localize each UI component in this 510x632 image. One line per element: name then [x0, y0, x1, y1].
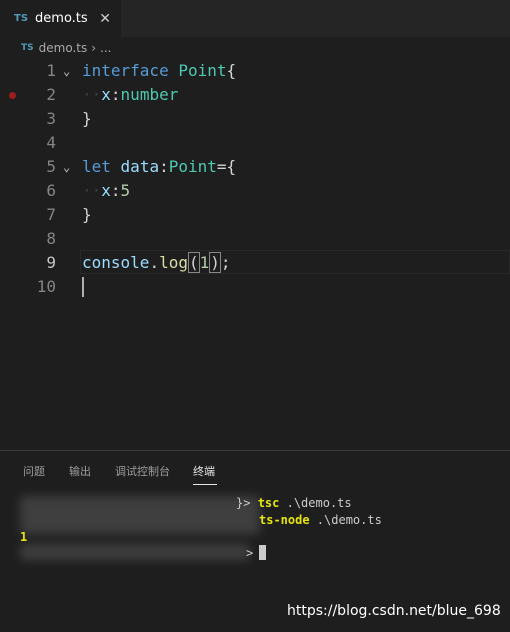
- watermark: https://blog.csdn.net/blue_698: [287, 603, 501, 619]
- line-number: 1: [46, 61, 56, 80]
- typescript-file-icon: TS: [14, 13, 29, 24]
- tab-demo-ts[interactable]: TS demo.ts ✕: [0, 0, 121, 37]
- code-line: 2 ··x:number: [0, 83, 510, 107]
- code-line: 3 }: [0, 107, 510, 131]
- line-number: 5: [46, 157, 56, 176]
- tab-terminal[interactable]: 终端: [193, 463, 215, 479]
- code-line: 5 ⌄ let data:Point={: [0, 155, 510, 179]
- fold-chevron-icon[interactable]: ⌄: [63, 59, 70, 83]
- code-text: ··x:5: [82, 181, 131, 200]
- terminal-cursor: [259, 545, 266, 560]
- typescript-file-icon: TS: [21, 43, 34, 53]
- line-number: 8: [46, 229, 56, 248]
- close-icon[interactable]: ✕: [99, 11, 111, 27]
- breadcrumb: TS demo.ts › ...: [21, 40, 111, 56]
- line-number: 7: [46, 205, 56, 224]
- line-number: 6: [46, 181, 56, 200]
- code-line: 1 ⌄ interface Point{: [0, 59, 510, 83]
- tab-debug-console[interactable]: 调试控制台: [115, 463, 170, 479]
- code-text: let data:Point={: [82, 157, 237, 176]
- terminal-output: 1: [20, 530, 28, 544]
- code-editor[interactable]: 1 ⌄ interface Point{ 2 ··x:number 3 } 4 …: [0, 59, 510, 449]
- code-text: interface Point{: [82, 61, 237, 80]
- terminal-line: ts-node .\demo.ts: [259, 513, 382, 527]
- active-tab-underline: [193, 484, 217, 485]
- chevron-right-icon: ›: [91, 41, 97, 55]
- fold-chevron-icon[interactable]: ⌄: [63, 155, 70, 179]
- breadcrumb-more[interactable]: ...: [100, 41, 111, 55]
- line-number: 3: [46, 109, 56, 128]
- code-line: 7 }: [0, 203, 510, 227]
- tab-bar: TS demo.ts ✕: [0, 0, 510, 37]
- tab-problems[interactable]: 问题: [23, 463, 45, 479]
- line-number: 2: [46, 85, 56, 104]
- breadcrumb-file[interactable]: demo.ts: [39, 41, 88, 55]
- line-number: 9: [46, 253, 56, 272]
- text-cursor: [82, 277, 84, 297]
- code-line: 8: [0, 227, 510, 251]
- tab-output[interactable]: 输出: [69, 463, 91, 479]
- redacted-path: [20, 544, 250, 560]
- code-line: 10: [0, 275, 510, 299]
- terminal-line: }> tsc .\demo.ts: [236, 496, 352, 510]
- redacted-path: [20, 496, 260, 534]
- code-text: }: [82, 109, 92, 128]
- code-text: ··x:number: [82, 85, 179, 104]
- line-number: 10: [36, 277, 56, 296]
- tab-label: demo.ts: [35, 11, 88, 26]
- code-line: 6 ··x:5: [0, 179, 510, 203]
- code-line: 4: [0, 131, 510, 155]
- terminal-prompt: >: [246, 546, 254, 560]
- code-text: console.log(1);: [82, 252, 231, 273]
- line-number: 4: [46, 133, 56, 152]
- code-text: }: [82, 205, 92, 224]
- code-line-active: 9 console.log(1);: [0, 250, 510, 275]
